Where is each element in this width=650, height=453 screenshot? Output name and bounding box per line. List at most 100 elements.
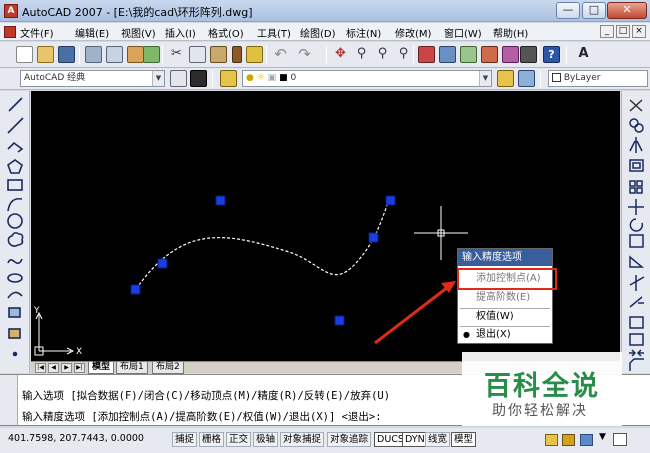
workspace-combo[interactable]: AutoCAD 经典 ▼ <box>20 70 165 87</box>
copy-object-icon[interactable] <box>629 118 639 128</box>
break-icon[interactable] <box>629 333 644 346</box>
cut-icon[interactable]: ✂ <box>168 46 185 63</box>
menu-item-weight[interactable]: 权值(W) <box>458 308 552 326</box>
make-layer-current-icon[interactable] <box>497 70 514 87</box>
offset-icon[interactable] <box>629 159 644 172</box>
insert-block-icon[interactable] <box>8 307 21 318</box>
menu-window[interactable]: 窗口(W) <box>444 25 482 40</box>
break-at-point-icon[interactable] <box>629 316 644 329</box>
control-point-grip[interactable] <box>385 195 396 206</box>
control-point-grip[interactable] <box>368 232 379 243</box>
doc-minimize-button[interactable]: _ <box>600 25 614 38</box>
text-style-icon[interactable]: A <box>575 46 592 63</box>
redo-icon[interactable]: ↷ <box>296 46 313 63</box>
move-icon[interactable] <box>628 199 644 215</box>
pan-icon[interactable]: ✥ <box>332 46 349 63</box>
close-button[interactable]: ✕ <box>607 2 647 19</box>
menu-view[interactable]: 视图(V) <box>121 25 156 40</box>
sheet-set-icon[interactable] <box>481 46 498 63</box>
scale-icon[interactable] <box>629 234 644 248</box>
mirror-icon[interactable] <box>629 137 643 153</box>
annotation-scale-icon[interactable] <box>580 434 593 446</box>
toggle-model[interactable]: 模型 <box>451 432 477 447</box>
ellipse-arc-icon[interactable] <box>7 291 23 299</box>
toggle-snap[interactable]: 捕捉 <box>172 432 198 447</box>
spline-icon[interactable] <box>7 258 23 265</box>
menu-format[interactable]: 格式(O) <box>208 25 244 40</box>
line-icon[interactable] <box>8 97 23 112</box>
control-point-grip[interactable] <box>130 284 141 295</box>
rectangle-icon[interactable] <box>7 179 23 191</box>
save-icon[interactable] <box>58 46 75 63</box>
control-point-grip[interactable] <box>215 195 226 206</box>
command-prompt-line[interactable]: 输入精度选项 [添加控制点(A)/提高阶数(E)/权值(W)/退出(X)] <退… <box>22 409 382 424</box>
tab-next-button[interactable]: ▶ <box>61 363 72 373</box>
tab-model[interactable]: 模型 <box>88 362 115 374</box>
zoom-previous-icon[interactable]: ⚲ <box>395 46 412 63</box>
ellipse-icon[interactable] <box>7 273 23 283</box>
menu-modify[interactable]: 修改(M) <box>395 25 431 40</box>
tab-last-button[interactable]: ▶| <box>74 363 85 373</box>
layer-manager-icon[interactable] <box>220 70 237 87</box>
make-block-icon[interactable] <box>8 328 21 339</box>
layer-previous-icon[interactable] <box>518 70 535 87</box>
tool-palettes-icon[interactable] <box>460 46 477 63</box>
paste-icon[interactable] <box>210 46 227 63</box>
polyline-icon[interactable] <box>7 141 24 153</box>
extend-icon[interactable] <box>629 296 644 308</box>
selected-spline[interactable] <box>135 199 390 290</box>
communication-center-icon[interactable] <box>562 434 575 446</box>
menu-tools[interactable]: 工具(T) <box>257 25 291 40</box>
maximize-button[interactable]: □ <box>582 2 606 19</box>
plot-icon[interactable] <box>85 46 102 63</box>
copy-icon[interactable] <box>189 46 206 63</box>
toggle-osnap[interactable]: 对象捕捉 <box>280 432 325 447</box>
menu-draw[interactable]: 绘图(D) <box>300 25 336 40</box>
3d-dwf-icon[interactable] <box>143 46 160 63</box>
array-icon[interactable] <box>629 180 636 187</box>
construction-line-icon[interactable] <box>7 117 24 134</box>
trim-icon[interactable] <box>629 275 645 291</box>
control-point-grip[interactable] <box>157 258 168 269</box>
point-icon[interactable] <box>12 351 18 357</box>
control-point-grip[interactable] <box>334 315 345 326</box>
toolbar-lock-icon[interactable] <box>545 434 558 446</box>
join-icon[interactable] <box>629 349 644 357</box>
zoom-realtime-icon[interactable]: ⚲ <box>353 46 370 63</box>
revision-cloud-icon[interactable] <box>7 232 24 247</box>
publish-icon[interactable] <box>127 46 144 63</box>
plot-preview-icon[interactable] <box>106 46 123 63</box>
arc-icon[interactable] <box>7 197 23 212</box>
workspace-settings-icon[interactable] <box>170 70 187 87</box>
menu-file[interactable]: 文件(F) <box>20 25 54 40</box>
polygon-icon[interactable] <box>7 159 23 174</box>
markup-icon[interactable] <box>502 46 519 63</box>
new-icon[interactable] <box>16 46 33 63</box>
layer-combo[interactable]: ● ☼ ▣ ■ 0 ▼ <box>242 70 492 87</box>
toggle-ortho[interactable]: 正交 <box>226 432 252 447</box>
calculator-icon[interactable] <box>520 46 537 63</box>
menu-edit[interactable]: 编辑(E) <box>75 25 109 40</box>
save-workspace-icon[interactable] <box>190 70 207 87</box>
menu-insert[interactable]: 插入(I) <box>165 25 196 40</box>
tab-layout2[interactable]: 布局2 <box>152 362 184 374</box>
doc-restore-button[interactable]: □ <box>616 25 630 38</box>
clean-screen-icon[interactable] <box>613 433 627 446</box>
properties-icon[interactable] <box>418 46 435 63</box>
design-center-icon[interactable] <box>439 46 456 63</box>
chevron-down-icon[interactable]: ▼ <box>599 432 606 442</box>
stretch-icon[interactable] <box>629 255 645 268</box>
tab-first-button[interactable]: |◀ <box>35 363 46 373</box>
toggle-otrack[interactable]: 对象追踪 <box>327 432 372 447</box>
doc-close-button[interactable]: × <box>632 25 646 38</box>
color-combo[interactable]: ByLayer <box>548 70 648 87</box>
erase-icon[interactable] <box>629 99 643 112</box>
toggle-lineweight[interactable]: 线宽 <box>425 432 451 447</box>
autocad-app-icon[interactable]: A <box>4 4 18 18</box>
block-editor-icon[interactable] <box>246 46 263 63</box>
toggle-grid[interactable]: 栅格 <box>199 432 225 447</box>
command-window-grip[interactable] <box>0 375 18 425</box>
open-icon[interactable] <box>37 46 54 63</box>
help-icon[interactable]: ? <box>543 46 560 63</box>
undo-icon[interactable]: ↶ <box>272 46 289 63</box>
